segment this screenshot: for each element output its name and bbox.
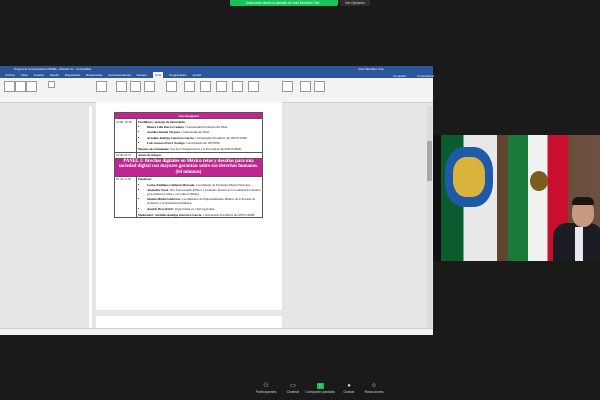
reactions-button[interactable]: ☺ Reacciones [356,382,392,399]
meeting-toolbar: ⚇ Participantes ▭ Chatear ↑ Compartir pa… [0,380,600,400]
immersive-reader-icon[interactable] [116,81,127,92]
read-mode-icon[interactable] [4,81,15,92]
panel-time: 10:35-11:50 [114,175,137,219]
record-icon: ● [347,383,351,389]
properties-icon[interactable] [314,81,325,92]
participants-icon: ⚇ [263,383,269,389]
list-item: Blanca Lilia Ibarra Cadena, Comisionada … [147,125,261,129]
document-page[interactable]: Acto Inaugural 10:00 -10:30 Presidium y … [96,106,282,310]
coat-of-arms-inner [453,157,485,197]
zoom-icon[interactable] [166,81,177,92]
switch-windows-icon[interactable] [282,81,293,92]
table-row: 10:00 -10:30 Presidium y mensaje de bien… [114,118,263,153]
panelists-list: Carlos Emiliano Calderón Mercado, Coordi… [138,183,261,211]
list-item: Glenda Michel Gutiérrez, Coordinadora de… [147,197,261,205]
panel-content: Panelistas: Carlos Emiliano Calderón Mer… [136,175,263,219]
acto-people-list: Blanca Lilia Ibarra Cadena, Comisionada … [138,125,261,145]
view-options-button[interactable]: Ver Opciones [340,0,370,6]
new-window-icon[interactable] [232,81,243,92]
one-page-icon[interactable] [184,81,195,92]
focus-icon[interactable] [96,81,107,92]
side-to-side-icon[interactable] [144,81,155,92]
arrange-all-icon[interactable] [248,81,259,92]
panelists-label: Panelistas: [138,177,153,182]
speaker-hair [572,197,594,205]
list-item: AnaIsly BravoISOL, Especialista en Ciber… [147,207,261,211]
acto-content: Presidium y mensaje de bienvenida. Blanc… [136,118,263,153]
program-table: Acto Inaugural 10:00 -10:30 Presidium y … [114,112,263,219]
speaker-video[interactable] [433,135,600,261]
status-bar [0,328,433,335]
acto-host: Maestro de ceremonias: Voz de la Transpa… [138,147,242,152]
list-item: Carlos Emiliano Calderón Mercado, Coordi… [147,183,261,187]
moderator: Moderador: Arístides Rodrigo Guerrero Ga… [138,212,256,217]
page-width-icon[interactable] [216,81,227,92]
list-item: Luis Gustavo Parra Noriega, Comisionado … [147,141,261,145]
list-item: Alejandro Nassi, Jefe Área Gestión Públi… [147,188,261,196]
word-window: Programa Conversatorio PANEL, (Versión 1… [0,66,434,335]
eagle-emblem [530,171,548,191]
speaker-shirt [575,227,583,261]
macros-icon[interactable] [300,81,311,92]
panel-title: PANEL I: Brechas digitales en México ret… [114,157,263,177]
share-screen-icon: ↑ [316,383,324,389]
next-page[interactable] [96,316,282,328]
share-banner[interactable]: Usted está viendo la pantalla de José Mo… [230,0,338,6]
web-layout-icon[interactable] [26,81,37,92]
ribbon [0,78,433,103]
vertical-icon[interactable] [130,81,141,92]
list-item: Josefina Román Vergara, Comisionada del … [147,130,261,134]
scrollbar-thumb[interactable] [427,141,432,181]
table-row: 10:35-11:50 Panelistas: Carlos Emiliano … [114,175,263,219]
acto-time: 10:00 -10:30 [114,118,137,153]
multiple-pages-icon[interactable] [200,81,211,92]
reactions-icon: ☺ [370,383,378,389]
acto-intro: Presidium y mensaje de bienvenida. [138,119,186,124]
ruler-checkbox-icon[interactable] [48,81,55,88]
print-layout-icon[interactable] [15,81,26,92]
vertical-ruler [89,106,92,334]
chat-icon: ▭ [290,383,296,389]
list-item: Arístides Rodrigo Guerrero García, Comis… [147,136,261,140]
